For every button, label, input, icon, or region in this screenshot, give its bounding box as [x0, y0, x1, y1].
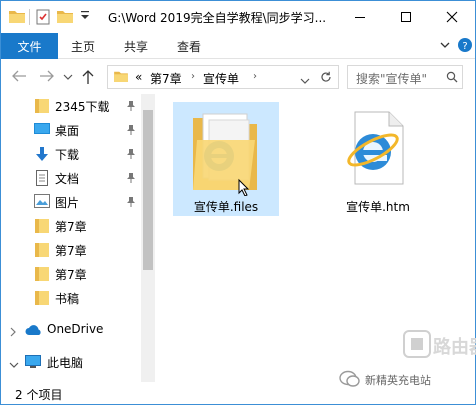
onedrive-icon [25, 324, 43, 339]
watermark-brand: 路由器 [433, 337, 476, 358]
file-item-flyer-files[interactable]: 宣传单.files [173, 102, 279, 216]
expand-chevron-icon[interactable] [9, 326, 17, 340]
search-placeholder: 搜索"宣传单" [356, 72, 428, 86]
ribbon-tabs: 文件 主页 共享 查看 ? [1, 33, 475, 59]
address-overflow[interactable]: « [135, 70, 142, 84]
sidebar-item-label: 文档 [55, 172, 80, 186]
sidebar-item-label: 第7章 [55, 220, 87, 234]
sidebar-item-label: OneDrive [47, 322, 104, 336]
watermark-account: 新精英充电站 [365, 374, 431, 387]
breadcrumb-separator-icon[interactable]: › [191, 71, 195, 82]
file-item-flyer-htm[interactable]: 宣传单.htm [325, 102, 431, 216]
ie-html-file-icon [341, 106, 413, 195]
this-pc-icon [25, 355, 41, 372]
forward-arrow-icon[interactable] [39, 69, 55, 86]
download-icon [35, 146, 49, 165]
folder-icon [35, 98, 49, 117]
up-arrow-icon[interactable] [81, 69, 95, 88]
tab-view[interactable]: 查看 [177, 33, 201, 59]
sidebar-item-label: 第7章 [55, 268, 87, 282]
refresh-icon[interactable] [320, 71, 332, 86]
sidebar-item-chapter7[interactable]: 第7章 [1, 238, 141, 262]
file-name: 宣传单.files [193, 200, 259, 214]
expand-ribbon-chevron-icon[interactable] [439, 38, 451, 55]
folder-icon [35, 242, 49, 261]
quick-access-dropdown-icon[interactable] [79, 7, 91, 26]
sidebar-item-label: 第7章 [55, 244, 87, 258]
address-bar[interactable]: « 第7章 › 宣传单 › [107, 65, 339, 89]
collapse-chevron-icon[interactable] [9, 358, 19, 372]
recent-locations-chevron-icon[interactable] [63, 71, 73, 85]
sidebar-scroll-thumb[interactable] [143, 110, 153, 270]
search-icon[interactable] [446, 71, 458, 86]
breadcrumb-chapter7[interactable]: 第7章 [150, 70, 182, 87]
sidebar-item-label: 2345下载 [55, 100, 110, 114]
folder-icon [35, 218, 49, 237]
svg-text:?: ? [462, 41, 467, 52]
back-arrow-icon[interactable] [11, 69, 27, 86]
sidebar-item-desktop[interactable]: 桌面 [1, 118, 141, 142]
close-button[interactable] [429, 1, 475, 33]
minimize-button[interactable] [337, 1, 383, 33]
help-icon[interactable]: ? [457, 37, 473, 56]
window-title: G:\Word 2019完全自学教程\同步学习... [108, 11, 327, 25]
router-logo-icon [403, 330, 431, 361]
pictures-icon [34, 194, 50, 211]
folder-icon [9, 9, 25, 26]
sidebar-item-chapter7[interactable]: 第7章 [1, 262, 141, 286]
title-separator [29, 9, 30, 25]
wechat-icon [339, 370, 361, 391]
desktop-icon [34, 122, 50, 139]
navigation-pane: 2345下载 桌面 下载 文档 图片 第7章 第7章 第7章 书稿 OneDri… [1, 94, 155, 382]
title-bar[interactable]: G:\Word 2019完全自学教程\同步学习... [1, 1, 475, 33]
item-count: 2 个项目 [15, 388, 63, 402]
tab-share[interactable]: 共享 [124, 33, 148, 59]
pin-icon[interactable] [126, 100, 136, 115]
sidebar-item-label: 桌面 [55, 124, 80, 138]
folder-icon [35, 266, 49, 285]
sidebar-item-2345-downloads[interactable]: 2345下载 [1, 94, 141, 118]
properties-icon[interactable] [35, 9, 51, 28]
sidebar-item-chapter7[interactable]: 第7章 [1, 214, 141, 238]
folder-icon [35, 290, 49, 309]
sidebar-item-label: 书稿 [55, 292, 80, 306]
sidebar-item-manuscript[interactable]: 书稿 [1, 286, 141, 310]
breadcrumb-flyer[interactable]: 宣传单 [203, 70, 239, 87]
sidebar-item-label: 图片 [55, 196, 80, 210]
search-input[interactable]: 搜索"宣传单" [347, 65, 463, 89]
sidebar-item-onedrive[interactable]: OneDrive [1, 318, 141, 342]
document-icon [36, 170, 48, 189]
ie-folder-icon [189, 110, 261, 199]
navigation-bar: « 第7章 › 宣传单 › 搜索"宣传单" [1, 60, 475, 94]
pin-icon[interactable] [126, 172, 136, 187]
maximize-button[interactable] [383, 1, 429, 33]
breadcrumb-separator-icon[interactable]: › [253, 71, 257, 82]
pin-icon[interactable] [126, 196, 136, 211]
sidebar-item-pictures[interactable]: 图片 [1, 190, 141, 214]
sidebar-item-label: 此电脑 [47, 356, 84, 370]
tab-home[interactable]: 主页 [71, 33, 95, 59]
pin-icon[interactable] [126, 124, 136, 139]
explorer-window: G:\Word 2019完全自学教程\同步学习... 文件 主页 共享 查看 ? [0, 0, 476, 405]
address-dropdown-icon[interactable] [300, 74, 310, 88]
sidebar-item-downloads[interactable]: 下载 [1, 142, 141, 166]
sidebar-item-label: 下载 [55, 148, 80, 162]
sidebar-item-documents[interactable]: 文档 [1, 166, 141, 190]
new-folder-icon[interactable] [57, 9, 73, 26]
pin-icon[interactable] [126, 148, 136, 163]
sidebar-item-this-pc[interactable]: 此电脑 [1, 350, 141, 374]
file-name: 宣传单.htm [346, 200, 410, 214]
folder-icon [114, 70, 128, 85]
tab-file[interactable]: 文件 [1, 33, 58, 59]
watermark: 路由器 新精英充电站 [325, 324, 476, 404]
